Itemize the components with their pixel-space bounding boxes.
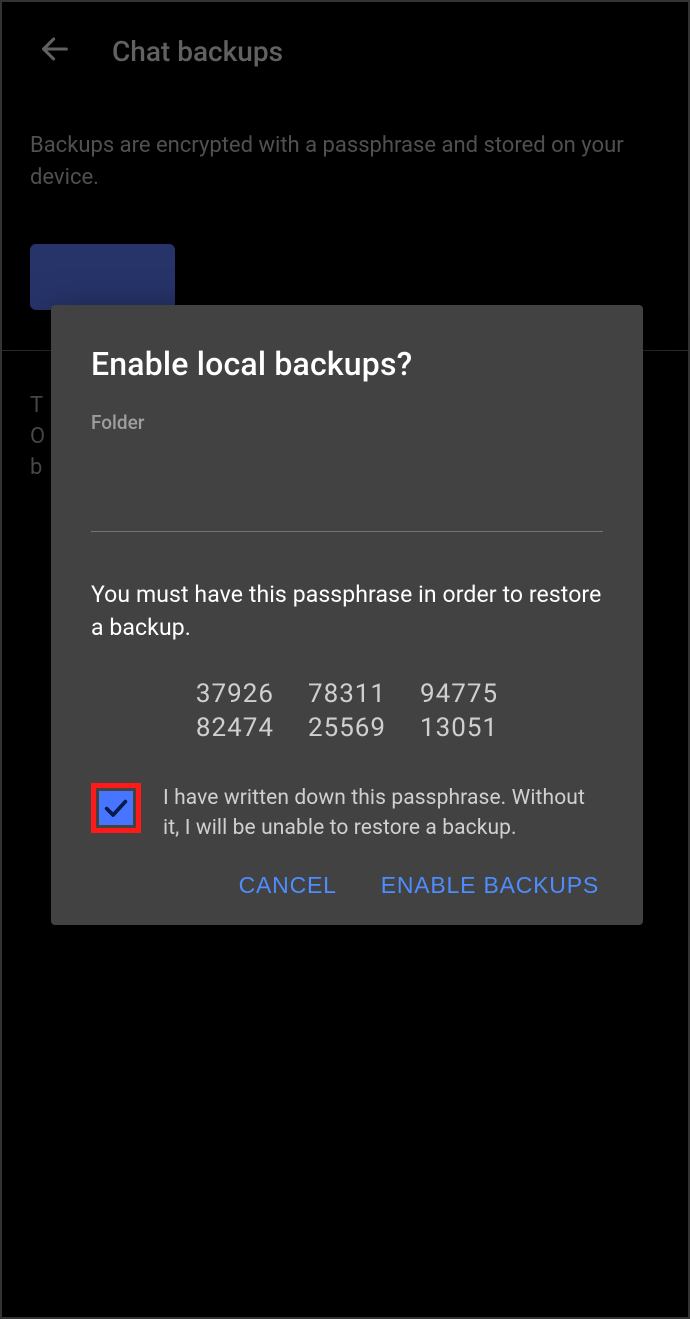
hidden-primary-button: [30, 244, 175, 310]
passphrase-segment: 82474: [196, 713, 274, 743]
confirmation-checkbox-label: I have written down this passphrase. Wit…: [163, 783, 603, 844]
passphrase-segment: 13051: [420, 713, 498, 743]
checkbox-highlight-annotation: [91, 783, 141, 833]
enable-backups-button[interactable]: ENABLE BACKUPS: [381, 872, 599, 899]
passphrase-segment: 37926: [196, 679, 274, 709]
dialog-button-row: CANCEL ENABLE BACKUPS: [91, 872, 603, 899]
folder-input[interactable]: [91, 442, 603, 532]
page-title: Chat backups: [112, 35, 283, 68]
passphrase-segment: 78311: [308, 679, 386, 709]
back-arrow-icon[interactable]: [38, 32, 72, 70]
page-description: Backups are encrypted with a passphrase …: [2, 100, 688, 244]
passphrase-display: 37926 78311 94775 82474 25569 13051: [91, 679, 603, 743]
passphrase-segment: 25569: [308, 713, 386, 743]
dialog-title: Enable local backups?: [91, 345, 603, 383]
app-header: Chat backups: [2, 2, 688, 100]
cancel-button[interactable]: CANCEL: [239, 872, 337, 899]
passphrase-instruction: You must have this passphrase in order t…: [91, 578, 603, 645]
folder-field-label: Folder: [91, 411, 603, 434]
confirmation-checkbox-row: I have written down this passphrase. Wit…: [91, 783, 603, 844]
confirmation-checkbox[interactable]: [99, 791, 133, 825]
passphrase-segment: 94775: [420, 679, 498, 709]
check-icon: [102, 794, 130, 822]
enable-backups-dialog: Enable local backups? Folder You must ha…: [51, 305, 643, 925]
